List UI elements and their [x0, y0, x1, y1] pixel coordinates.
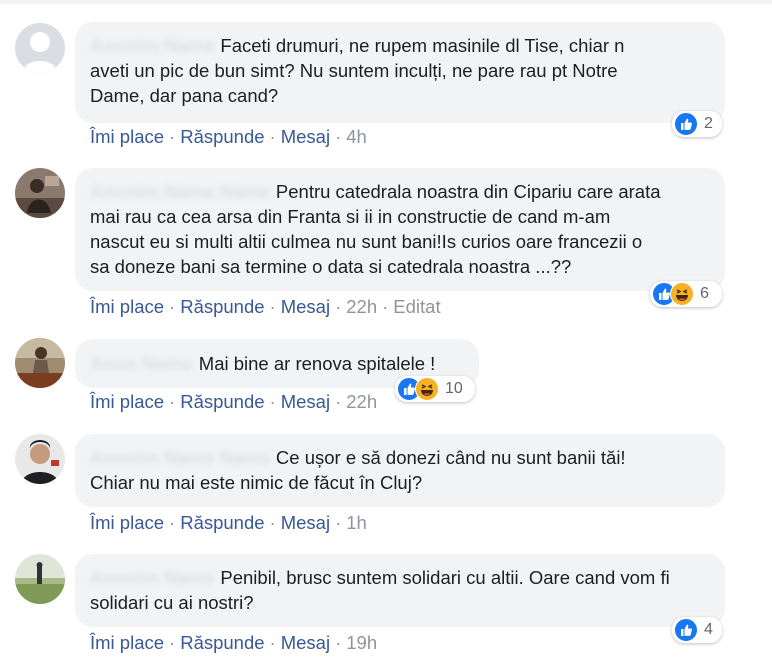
avatar[interactable]	[15, 338, 65, 388]
comment-line: Penibil, brusc suntem solidari cu altii.…	[220, 567, 670, 588]
separator: ·	[335, 126, 342, 147]
avatar[interactable]	[15, 554, 65, 604]
comment-line: solidari cu ai nostri?	[90, 592, 254, 613]
user-photo-icon	[15, 168, 65, 218]
separator: ·	[335, 512, 342, 533]
comment-actions: Îmi place · Răspunde · Mesaj · 22h · Editat	[90, 296, 441, 318]
separator: ·	[335, 391, 342, 412]
author-name[interactable]: Anon Name	[90, 353, 193, 374]
avatar[interactable]	[15, 23, 65, 73]
like-icon	[674, 618, 698, 642]
reaction-count: 10	[445, 380, 463, 397]
comment-text: Anon Name Mai bine ar renova spitalele !	[90, 351, 464, 376]
author-name[interactable]: Anonim Name Name	[90, 181, 270, 202]
separator: ·	[269, 632, 276, 653]
previous-comment-edge	[0, 0, 772, 4]
reaction-summary[interactable]: 2	[672, 111, 722, 137]
timestamp[interactable]: 1h	[346, 512, 367, 533]
avatar[interactable]	[15, 168, 65, 218]
reaction-count: 2	[704, 115, 713, 132]
reaction-summary[interactable]: 4	[672, 617, 722, 643]
author-name[interactable]: Anonim Name	[90, 35, 214, 56]
haha-icon	[670, 282, 694, 306]
comment-line: mai rau ca cea arsa din Franta si ii in …	[90, 206, 611, 227]
comment-bubble: Anonim Name Penibil, brusc suntem solidar…	[75, 554, 725, 627]
message-link[interactable]: Mesaj	[281, 296, 330, 317]
comment-actions: Îmi place · Răspunde · Mesaj · 4h	[90, 126, 367, 148]
comment-bubble: Anonim Name Name Ce ușor e să donezi când…	[75, 434, 725, 507]
comment-line: Faceti drumuri, ne rupem masinile dl Tis…	[220, 35, 625, 56]
like-link[interactable]: Îmi place	[90, 126, 164, 147]
like-link[interactable]: Îmi place	[90, 296, 164, 317]
user-photo-icon	[15, 434, 65, 484]
comment-text: Anonim Name Penibil, brusc suntem solidar…	[90, 565, 710, 615]
comment-line: Chiar nu mai este nimic de făcut în Cluj…	[90, 472, 423, 493]
comment-line: sa doneze bani sa termine o data si cate…	[90, 256, 572, 277]
comment-bubble: Anonim Name Faceti drumuri, ne rupem masi…	[75, 22, 725, 123]
user-photo-icon	[15, 554, 65, 604]
haha-icon	[415, 377, 439, 401]
default-avatar-icon	[15, 23, 65, 73]
comment-actions: Îmi place · Răspunde · Mesaj · 1h	[90, 512, 367, 534]
comment-text: Anonim Name Name Ce ușor e să donezi când…	[90, 445, 710, 495]
author-name[interactable]: Anonim Name Name	[90, 447, 270, 468]
comment-text: Anonim Name Name Pentru catedrala noastra…	[90, 179, 710, 279]
message-link[interactable]: Mesaj	[281, 391, 330, 412]
avatar[interactable]	[15, 434, 65, 484]
separator: ·	[169, 512, 176, 533]
reply-link[interactable]: Răspunde	[180, 512, 264, 533]
separator: ·	[269, 512, 276, 533]
comment-line: Mai bine ar renova spitalele !	[198, 353, 436, 374]
separator: ·	[269, 391, 276, 412]
separator: ·	[335, 296, 342, 317]
message-link[interactable]: Mesaj	[281, 512, 330, 533]
comment-bubble: Anonim Name Name Pentru catedrala noastra…	[75, 168, 725, 291]
reaction-count: 4	[704, 621, 713, 638]
reply-link[interactable]: Răspunde	[180, 296, 264, 317]
timestamp[interactable]: 4h	[346, 126, 367, 147]
separator: ·	[269, 296, 276, 317]
comment-line: nascut eu si multi altii culmea nu sunt …	[90, 231, 643, 252]
separator: ·	[382, 296, 389, 317]
comment-line: aveti un pic de bun simt? Nu suntem incu…	[90, 60, 618, 81]
reaction-summary[interactable]: 6	[650, 281, 722, 307]
user-photo-icon	[15, 338, 65, 388]
edited-label[interactable]: Editat	[393, 296, 440, 317]
reply-link[interactable]: Răspunde	[180, 126, 264, 147]
message-link[interactable]: Mesaj	[281, 126, 330, 147]
like-link[interactable]: Îmi place	[90, 632, 164, 653]
message-link[interactable]: Mesaj	[281, 632, 330, 653]
author-name[interactable]: Anonim Name	[90, 567, 214, 588]
timestamp[interactable]: 22h	[346, 391, 377, 412]
separator: ·	[169, 391, 176, 412]
comment-actions: Îmi place · Răspunde · Mesaj · 22h	[90, 391, 377, 413]
reaction-summary[interactable]: 10	[395, 376, 475, 402]
reaction-count: 6	[700, 285, 709, 302]
comment-line: Dame, dar pana cand?	[90, 85, 279, 106]
comment-actions: Îmi place · Răspunde · Mesaj · 19h	[90, 632, 377, 654]
comment-text: Anonim Name Faceti drumuri, ne rupem masi…	[90, 33, 710, 108]
like-icon	[674, 112, 698, 136]
separator: ·	[169, 126, 176, 147]
separator: ·	[169, 632, 176, 653]
reply-link[interactable]: Răspunde	[180, 391, 264, 412]
like-link[interactable]: Îmi place	[90, 512, 164, 533]
timestamp[interactable]: 22h	[346, 296, 377, 317]
comment-line: Ce ușor e să donezi când nu sunt banii t…	[275, 447, 626, 468]
separator: ·	[335, 632, 342, 653]
comment-line: Pentru catedrala noastra din Cipariu car…	[275, 181, 661, 202]
like-link[interactable]: Îmi place	[90, 391, 164, 412]
separator: ·	[269, 126, 276, 147]
timestamp[interactable]: 19h	[346, 632, 377, 653]
separator: ·	[169, 296, 176, 317]
reply-link[interactable]: Răspunde	[180, 632, 264, 653]
